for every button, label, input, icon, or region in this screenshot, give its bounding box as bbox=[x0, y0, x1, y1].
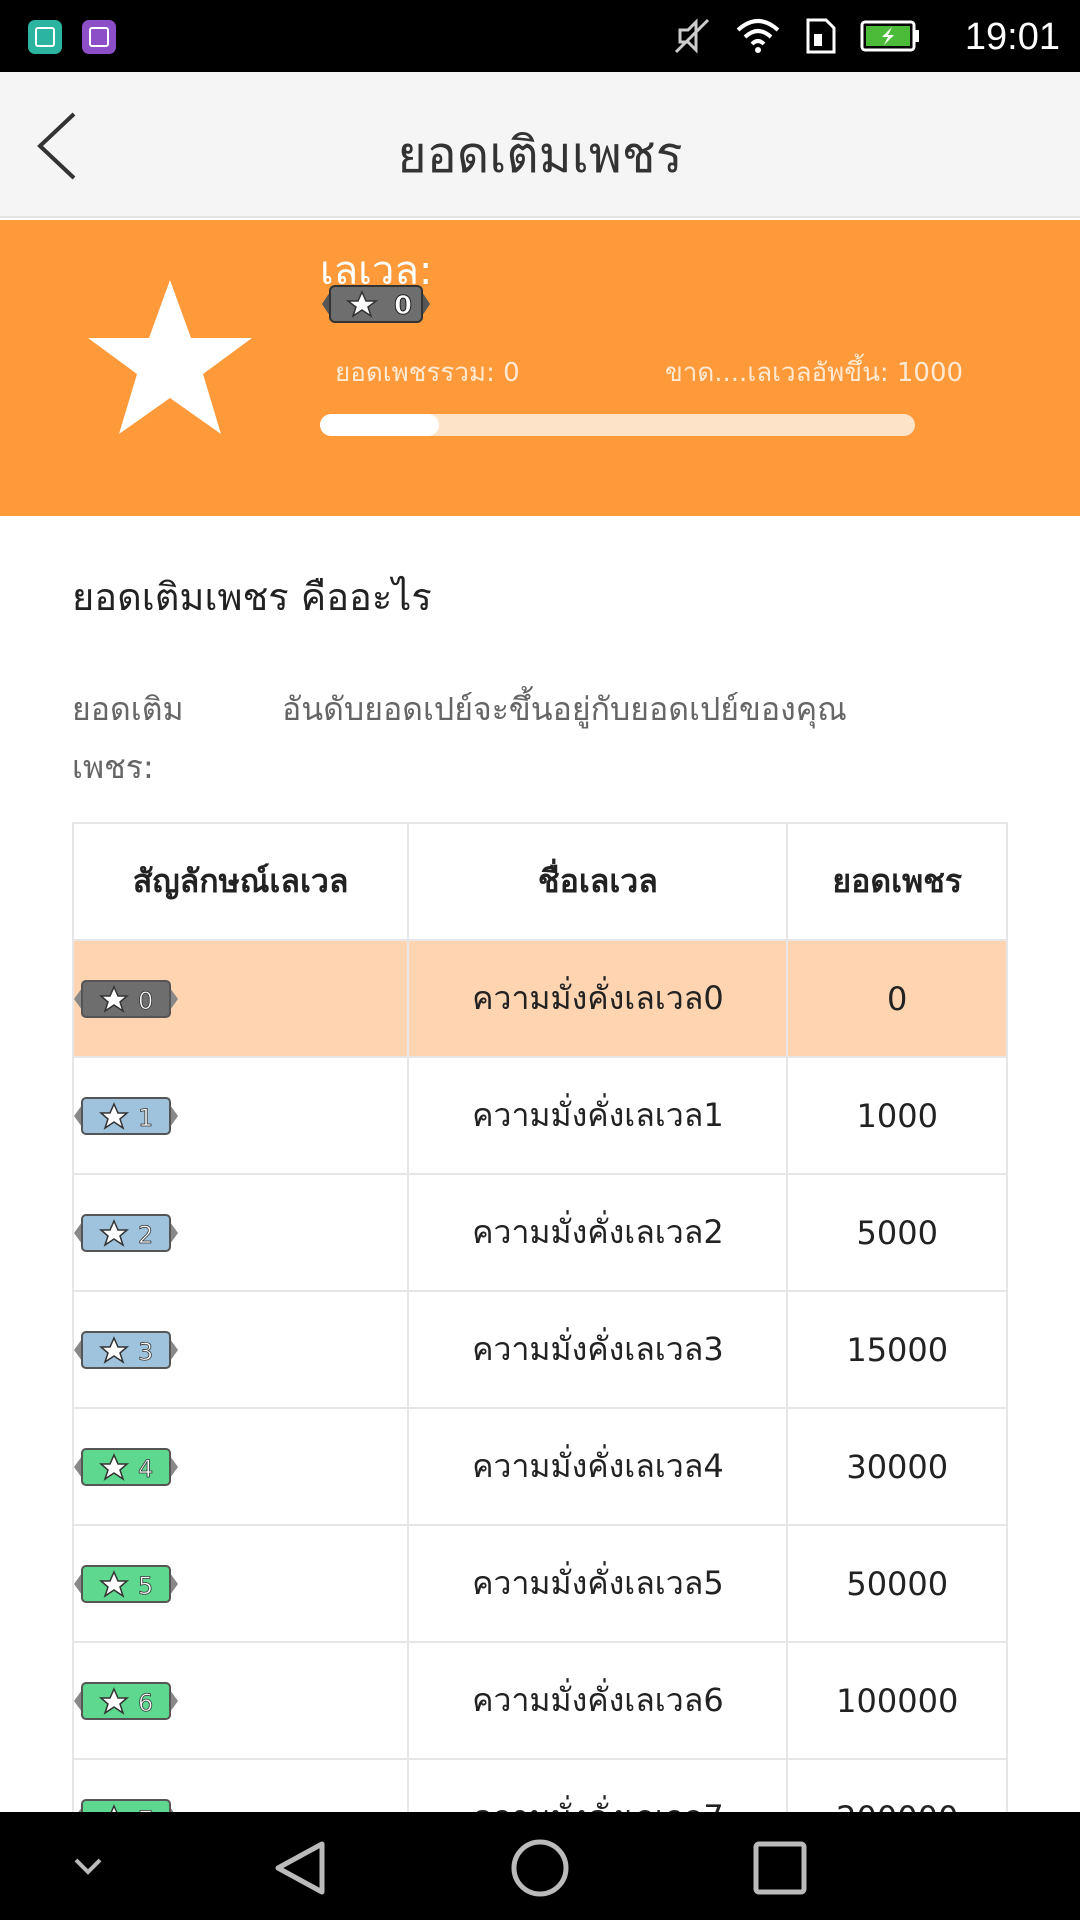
level-symbol-cell: 2 bbox=[74, 1175, 410, 1292]
level-name-cell: ความมั่งคั่งเลเวล6 bbox=[409, 1643, 789, 1760]
hide-keyboard-icon[interactable] bbox=[58, 1846, 118, 1890]
level-badge-number: 5 bbox=[138, 1572, 153, 1600]
diamond-amount-cell: 50000 bbox=[788, 1526, 1008, 1643]
level-name-cell: ความมั่งคั่งเลเวล4 bbox=[409, 1409, 789, 1526]
table-row: 3 ความมั่งคั่งเลเวล3 15000 bbox=[74, 1292, 1008, 1409]
column-header-symbol: สัญลักษณ์เลเวล bbox=[74, 824, 410, 941]
diamond-amount-cell: 30000 bbox=[788, 1409, 1008, 1526]
table-row: 2 ความมั่งคั่งเลเวล2 5000 bbox=[74, 1175, 1008, 1292]
diamonds-to-next-level: ขาด....เลเวลอัพขึ้น: 1000 bbox=[665, 358, 964, 388]
diamond-amount-cell: 0 bbox=[788, 941, 1008, 1058]
level-progress-fill bbox=[320, 414, 439, 436]
level-badge: 4 bbox=[74, 1447, 178, 1486]
level-symbol-cell: 4 bbox=[74, 1409, 410, 1526]
battery-charging-icon bbox=[860, 20, 919, 52]
total-diamonds: ยอดเพชรรวม: 0 bbox=[335, 358, 520, 388]
level-badge-number: 1 bbox=[138, 1104, 153, 1132]
level-badge-number: 2 bbox=[138, 1221, 153, 1249]
level-symbol-cell: 3 bbox=[74, 1292, 410, 1409]
level-badge-number: 6 bbox=[138, 1689, 153, 1717]
page-title: ยอดเติมเพชร bbox=[397, 126, 683, 184]
diamond-amount-cell: 5000 bbox=[788, 1175, 1008, 1292]
status-bar: 19:01 bbox=[0, 0, 1080, 72]
sim-icon bbox=[806, 18, 836, 54]
level-name-cell: ความมั่งคั่งเลเวล2 bbox=[409, 1175, 789, 1292]
clock: 19:01 bbox=[964, 16, 1060, 58]
level-table: สัญลักษณ์เลเวล ชื่อเลเวล ยอดเพชร 0 ความมั… bbox=[72, 822, 1008, 1877]
table-header-row: สัญลักษณ์เลเวล ชื่อเลเวล ยอดเพชร bbox=[74, 824, 1008, 941]
column-header-diamonds: ยอดเพชร bbox=[788, 824, 1008, 941]
level-symbol-cell: 0 bbox=[74, 941, 410, 1058]
level-symbol-cell: 5 bbox=[74, 1526, 410, 1643]
table-row: 4 ความมั่งคั่งเลเวล4 30000 bbox=[74, 1409, 1008, 1526]
home-icon[interactable] bbox=[510, 1838, 570, 1898]
table-row: 0 ความมั่งคั่งเลเวล0 0 bbox=[74, 941, 1008, 1058]
level-name-cell: ความมั่งคั่งเลเวล0 bbox=[409, 941, 789, 1058]
star-icon bbox=[88, 280, 252, 434]
level-name-cell: ความมั่งคั่งเลเวล5 bbox=[409, 1526, 789, 1643]
level-name-cell: ความมั่งคั่งเลเวล3 bbox=[409, 1292, 789, 1409]
screenshot-icon bbox=[82, 20, 116, 54]
app-header: ยอดเติมเพชร bbox=[0, 72, 1080, 218]
navigation-bar bbox=[0, 1812, 1080, 1920]
level-badge-number: 0 bbox=[394, 291, 412, 321]
level-symbol-cell: 6 bbox=[74, 1643, 410, 1760]
diamond-amount-cell: 100000 bbox=[788, 1643, 1008, 1760]
back-icon[interactable] bbox=[270, 1838, 330, 1898]
recents-icon[interactable] bbox=[750, 1838, 810, 1898]
level-banner: เลเวล: 0 ยอดเพชรรวม: 0 ขาด....เลเวลอัพขึ… bbox=[0, 220, 1080, 516]
level-badge: 6 bbox=[74, 1681, 178, 1720]
table-row: 5 ความมั่งคั่งเลเวล5 50000 bbox=[74, 1526, 1008, 1643]
level-badge-number: 3 bbox=[138, 1338, 153, 1366]
level-badge: 0 bbox=[322, 285, 430, 323]
level-badge-number: 4 bbox=[138, 1455, 153, 1483]
level-badge: 2 bbox=[74, 1213, 178, 1252]
table-row: 6 ความมั่งคั่งเลเวล6 100000 bbox=[74, 1643, 1008, 1760]
level-badge: 0 bbox=[74, 979, 178, 1018]
level-progress-bar bbox=[320, 414, 915, 436]
diamond-amount-cell: 1000 bbox=[788, 1058, 1008, 1175]
level-badge-number: 0 bbox=[138, 987, 153, 1015]
level-symbol-cell: 1 bbox=[74, 1058, 410, 1175]
description-text: อันดับยอดเปย์จะขึ้นอยู่กับยอดเปย์ของคุณ bbox=[282, 690, 847, 728]
table-row: 1 ความมั่งคั่งเลเวล1 1000 bbox=[74, 1058, 1008, 1175]
level-badge: 5 bbox=[74, 1564, 178, 1603]
level-badge: 3 bbox=[74, 1330, 178, 1369]
mute-icon bbox=[674, 18, 710, 54]
description-label: ยอดเติมเพชร: bbox=[72, 690, 184, 786]
level-badge: 1 bbox=[74, 1096, 178, 1135]
wifi-icon bbox=[736, 19, 780, 53]
diamond-amount-cell: 15000 bbox=[788, 1292, 1008, 1409]
section-title: ยอดเติมเพชร คืออะไร bbox=[72, 575, 432, 619]
column-header-name: ชื่อเลเวล bbox=[409, 824, 789, 941]
level-name-cell: ความมั่งคั่งเลเวล1 bbox=[409, 1058, 789, 1175]
android-debug-icon bbox=[28, 20, 62, 54]
